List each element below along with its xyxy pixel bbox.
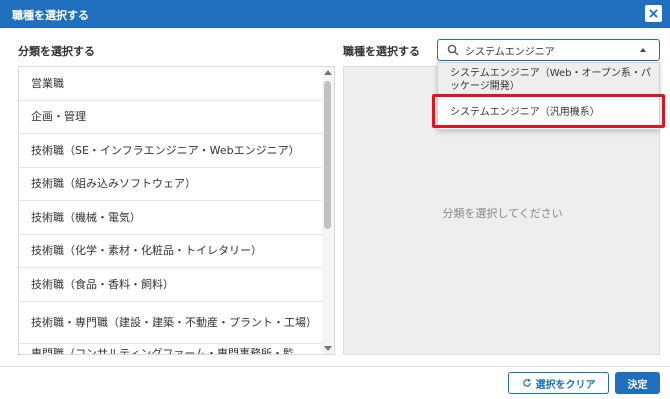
footer-divider bbox=[0, 366, 670, 367]
category-item[interactable]: 技術職（機械・電気） bbox=[19, 201, 323, 235]
scroll-thumb[interactable] bbox=[324, 81, 331, 229]
scroll-up-icon[interactable] bbox=[324, 70, 332, 75]
reset-icon bbox=[522, 378, 531, 387]
scroll-down-icon[interactable] bbox=[324, 346, 332, 351]
search-icon bbox=[447, 44, 459, 56]
category-scrollbar[interactable] bbox=[322, 67, 334, 354]
category-item[interactable]: 企画・管理 bbox=[19, 101, 323, 134]
caret-up-icon[interactable] bbox=[640, 48, 646, 52]
category-label: 分類を選択する bbox=[18, 45, 95, 58]
clear-selection-label: 選択をクリア bbox=[535, 379, 596, 391]
close-icon bbox=[649, 9, 658, 18]
dropdown-option[interactable]: システムエンジニア（Web・オープン系・パッケージ開発） bbox=[438, 63, 659, 97]
job-search-input[interactable] bbox=[465, 42, 635, 58]
category-item[interactable]: 技術職（組み込みソフトウェア） bbox=[19, 168, 323, 201]
dialog-titlebar: 職種を選択する bbox=[0, 0, 670, 28]
category-item[interactable]: 専門職（コンサルティングファーム・専門事務所・監 bbox=[19, 344, 323, 354]
submit-button[interactable]: 決定 bbox=[615, 372, 660, 394]
empty-message: 分類を選択してください bbox=[442, 207, 563, 220]
category-item[interactable]: 技術職・専門職（建設・建築・不動産・プラント・工場） bbox=[19, 302, 323, 344]
category-item[interactable]: 技術職（SE・インフラエンジニア・Webエンジニア） bbox=[19, 134, 323, 168]
clear-selection-button[interactable]: 選択をクリア bbox=[508, 372, 609, 394]
job-type-label: 職種を選択する bbox=[343, 45, 420, 58]
category-item[interactable]: 営業職 bbox=[19, 67, 323, 101]
dialog-title: 職種を選択する bbox=[12, 9, 89, 22]
category-list: 営業職 企画・管理 技術職（SE・インフラエンジニア・Webエンジニア） 技術職… bbox=[18, 66, 335, 355]
highlight-annotation bbox=[432, 94, 665, 128]
job-search-box[interactable] bbox=[437, 39, 660, 61]
category-item[interactable]: 技術職（化学・素材・化粧品・トイレタリー） bbox=[19, 235, 323, 268]
close-button[interactable] bbox=[645, 5, 662, 22]
category-item[interactable]: 技術職（食品・香料・飼料） bbox=[19, 268, 323, 302]
